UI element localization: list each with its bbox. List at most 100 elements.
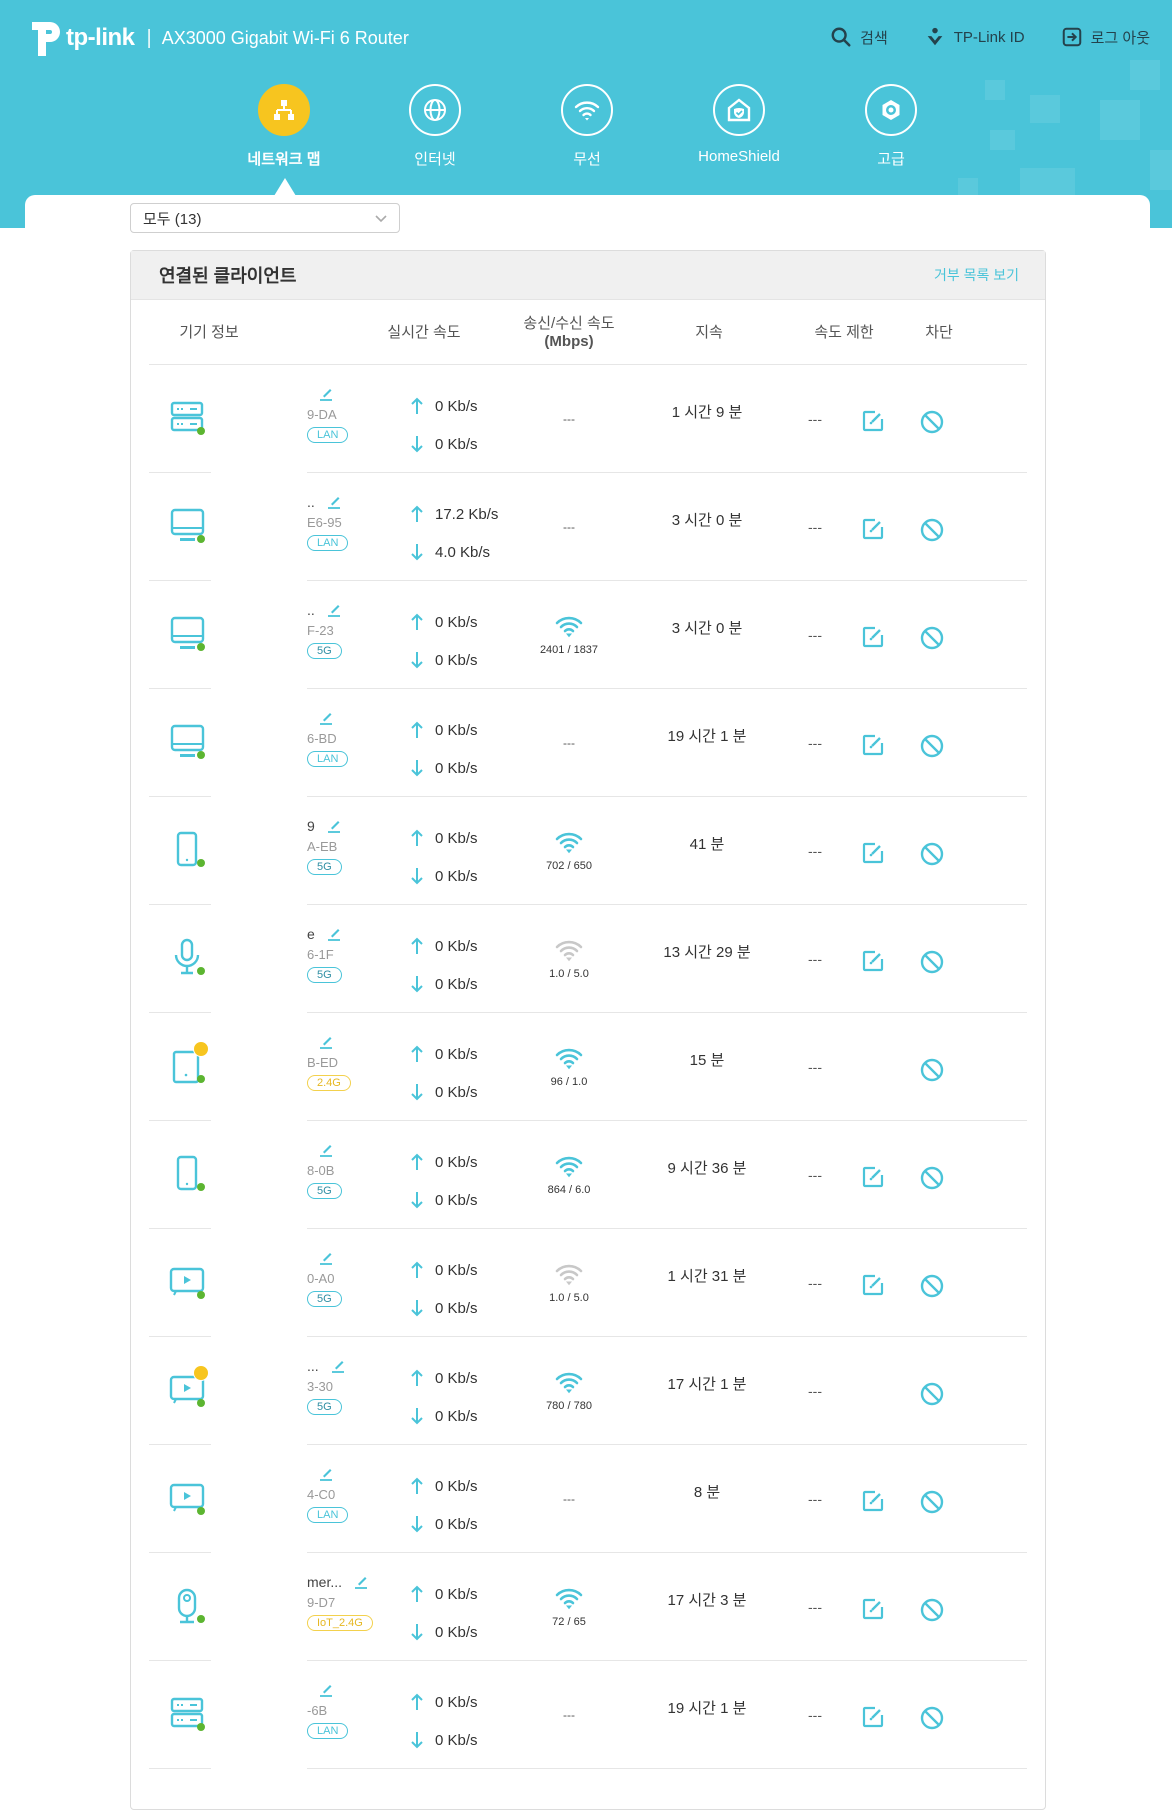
edit-name-icon[interactable]	[325, 493, 343, 511]
redacted-area	[211, 1445, 307, 1553]
tp-link-logo[interactable]: tp-link | AX3000 Gigabit Wi-Fi 6 Router	[24, 18, 409, 58]
edit-name-icon[interactable]	[329, 1357, 347, 1375]
tp-link-id-button[interactable]: TP-Link ID	[924, 26, 1025, 48]
edit-limit-icon[interactable]	[861, 1165, 885, 1189]
client-row: 9 A-EB 5G 0 Kb/s 0 Kb/s 702 / 650 41 분 -…	[149, 797, 1027, 905]
nav-internet[interactable]: 인터넷	[365, 84, 505, 169]
upload-speed: 0 Kb/s	[435, 1045, 478, 1063]
nav-homeshield[interactable]: HomeShield	[669, 84, 809, 165]
block-icon[interactable]	[919, 1057, 945, 1083]
deny-list-link[interactable]: 거부 목록 보기	[934, 265, 1019, 285]
search-button[interactable]: 검색	[830, 26, 888, 48]
edit-name-icon[interactable]	[352, 1573, 370, 1591]
edit-name-icon[interactable]	[317, 1033, 335, 1051]
redacted-area	[211, 1337, 307, 1445]
iot-badge-icon	[193, 1365, 209, 1381]
top-header: tp-link | AX3000 Gigabit Wi-Fi 6 Router …	[0, 0, 1172, 228]
nav-advanced[interactable]: 고급	[821, 84, 961, 169]
block-icon[interactable]	[919, 409, 945, 435]
redacted-area	[211, 1121, 307, 1229]
edit-name-icon[interactable]	[317, 1465, 335, 1483]
txrx-rate: 780 / 780	[546, 1399, 592, 1412]
arrow-down-icon	[411, 1732, 423, 1749]
connected-clients-panel: 연결된 클라이언트 거부 목록 보기 기기 정보 실시간 속도 송신/수신 속도…	[130, 250, 1046, 1810]
block-icon[interactable]	[919, 1489, 945, 1515]
arrow-up-icon	[411, 1369, 423, 1386]
edit-limit-icon[interactable]	[861, 1597, 885, 1621]
panel-title: 연결된 클라이언트	[159, 266, 297, 286]
arrow-up-icon	[411, 1153, 423, 1170]
globe-icon	[424, 99, 446, 121]
edit-name-icon[interactable]	[317, 709, 335, 727]
edit-limit-icon[interactable]	[861, 517, 885, 541]
connection-duration: 19 시간 1 분	[667, 1700, 747, 1717]
edit-name-icon[interactable]	[317, 385, 335, 403]
edit-name-icon[interactable]	[325, 925, 343, 943]
device-icon-wrap	[163, 1257, 211, 1305]
device-icon-wrap	[163, 609, 211, 657]
iot-badge-icon	[193, 1041, 209, 1057]
block-icon[interactable]	[919, 1381, 945, 1407]
band-badge: 2.4G	[307, 1075, 351, 1091]
edit-name-icon[interactable]	[317, 1249, 335, 1267]
device-icon-wrap	[163, 501, 211, 549]
edit-limit-icon[interactable]	[861, 1489, 885, 1513]
arrow-down-icon	[411, 1084, 423, 1101]
wifi-signal-icon	[555, 1048, 583, 1069]
block-icon[interactable]	[919, 733, 945, 759]
block-icon[interactable]	[919, 625, 945, 651]
block-icon[interactable]	[919, 1705, 945, 1731]
device-mac: 6-1F	[307, 947, 334, 962]
block-icon[interactable]	[919, 949, 945, 975]
client-row: 0-A0 5G 0 Kb/s 0 Kb/s 1.0 / 5.0 1 시간 31 …	[149, 1229, 1027, 1337]
txrx-rate: 864 / 6.0	[547, 1183, 591, 1196]
client-row: e 6-1F 5G 0 Kb/s 0 Kb/s 1.0 / 5.0 13 시간 …	[149, 905, 1027, 1013]
online-status-icon	[197, 643, 205, 651]
edit-limit-icon[interactable]	[861, 625, 885, 649]
edit-name-icon[interactable]	[325, 817, 343, 835]
arrow-down-icon	[411, 1192, 423, 1209]
block-icon[interactable]	[919, 841, 945, 867]
arrow-up-icon	[411, 505, 423, 522]
band-badge: 5G	[307, 859, 342, 875]
nav-network-map[interactable]: 네트워크 맵	[214, 84, 354, 169]
edit-limit-icon[interactable]	[861, 1705, 885, 1729]
edit-limit-icon[interactable]	[861, 949, 885, 973]
device-icon-wrap	[163, 825, 211, 873]
download-speed: 0 Kb/s	[435, 1191, 478, 1209]
block-icon[interactable]	[919, 1597, 945, 1623]
online-status-icon	[197, 1507, 205, 1515]
block-icon[interactable]	[919, 1273, 945, 1299]
main-nav: 네트워크 맵 인터넷 무선 HomeShield 고급	[0, 84, 1172, 194]
edit-limit-icon[interactable]	[861, 733, 885, 757]
redacted-area	[211, 1553, 307, 1661]
band-badge: IoT_2.4G	[307, 1615, 373, 1631]
edit-name-icon[interactable]	[325, 601, 343, 619]
edit-name-icon[interactable]	[317, 1681, 335, 1699]
band-badge: 5G	[307, 1291, 342, 1307]
band-badge: LAN	[307, 535, 349, 551]
redacted-area	[211, 797, 307, 905]
arrow-down-icon	[411, 1516, 423, 1533]
edit-limit-icon[interactable]	[861, 1273, 885, 1297]
connection-duration: 3 시간 0 분	[671, 620, 743, 637]
redacted-area	[211, 1229, 307, 1337]
edit-name-icon[interactable]	[317, 1141, 335, 1159]
upload-speed: 0 Kb/s	[435, 613, 478, 631]
logout-button[interactable]: 로그 아웃	[1061, 26, 1150, 48]
edit-limit-icon[interactable]	[861, 841, 885, 865]
block-icon[interactable]	[919, 1165, 945, 1191]
block-icon[interactable]	[919, 517, 945, 543]
nav-wireless[interactable]: 무선	[517, 84, 657, 169]
download-speed: 0 Kb/s	[435, 1515, 478, 1533]
txrx-rate: 2401 / 1837	[539, 643, 599, 656]
connection-duration: 3 시간 0 분	[671, 512, 743, 529]
upload-speed: 0 Kb/s	[435, 937, 478, 955]
upload-speed: 0 Kb/s	[435, 1477, 478, 1495]
online-status-icon	[197, 967, 205, 975]
speed-limit-value: ---	[808, 1275, 822, 1291]
device-name: 9	[307, 818, 315, 834]
download-speed: 0 Kb/s	[435, 1083, 478, 1101]
edit-limit-icon[interactable]	[861, 409, 885, 433]
client-filter-dropdown[interactable]: 모두 (13)	[130, 203, 400, 233]
